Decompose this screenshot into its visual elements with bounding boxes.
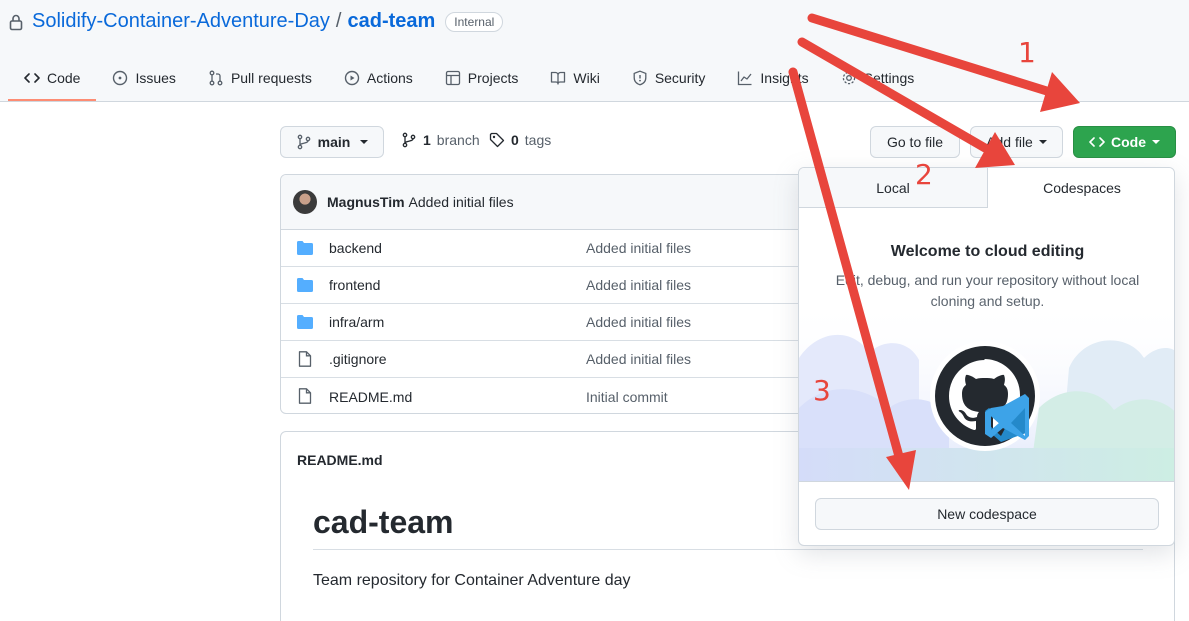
tab-label: Insights xyxy=(760,70,809,86)
folder-icon xyxy=(297,315,313,329)
branch-name: main xyxy=(317,134,351,150)
repo-name-link[interactable]: cad-team xyxy=(347,10,435,33)
play-icon xyxy=(344,70,360,86)
tab-label: Code xyxy=(47,70,81,86)
file-name-link[interactable]: infra/arm xyxy=(329,314,384,330)
folder-icon xyxy=(297,278,313,292)
tab-settings[interactable]: Settings xyxy=(825,58,931,98)
file-commit-message[interactable]: Added initial files xyxy=(586,240,691,256)
repo-owner-link[interactable]: Solidify-Container-Adventure-Day xyxy=(32,10,330,33)
file-name-link[interactable]: backend xyxy=(329,240,382,256)
annotation-step-1: 1 xyxy=(1018,36,1036,69)
go-to-file-button[interactable]: Go to file xyxy=(870,126,960,158)
tag-count-label: tags xyxy=(524,132,552,148)
file-commit-message[interactable]: Initial commit xyxy=(586,389,668,405)
file-commit-message[interactable]: Added initial files xyxy=(586,277,691,293)
code-dropdown-tabs: Local Codespaces xyxy=(799,168,1174,208)
shield-icon xyxy=(633,70,647,86)
branch-icon xyxy=(297,134,311,150)
file-commit-message[interactable]: Added initial files xyxy=(586,314,691,330)
file-name-link[interactable]: frontend xyxy=(329,277,380,293)
chevron-down-icon xyxy=(1038,140,1047,144)
repo-path-separator: / xyxy=(335,10,342,32)
repo-title: Solidify-Container-Adventure-Day / cad-t… xyxy=(8,10,504,33)
commit-author[interactable]: MagnusTim xyxy=(327,194,405,210)
tag-count: 0 xyxy=(511,132,519,148)
annotation-step-2: 2 xyxy=(915,158,933,191)
tab-label: Security xyxy=(654,70,706,86)
tab-label: Settings xyxy=(863,70,915,86)
tab-actions[interactable]: Actions xyxy=(328,58,429,98)
tab-label: Wiki xyxy=(573,70,600,86)
tab-projects[interactable]: Projects xyxy=(429,58,535,98)
file-name-link[interactable]: README.md xyxy=(329,389,412,405)
folder-icon xyxy=(297,241,313,255)
tag-count-link[interactable]: 0 tags xyxy=(489,132,551,148)
add-file-button[interactable]: Add file xyxy=(970,126,1063,158)
tab-label: Projects xyxy=(467,70,519,86)
pull-request-icon xyxy=(209,70,223,86)
tab-label: Issues xyxy=(135,70,176,86)
branch-count-link[interactable]: 1 branch xyxy=(401,132,480,148)
branch-select-button[interactable]: main xyxy=(280,126,384,158)
file-name-link[interactable]: .gitignore xyxy=(329,351,387,367)
dropdown-divider xyxy=(799,481,1174,482)
tab-label: Pull requests xyxy=(230,70,312,86)
add-file-label: Add file xyxy=(986,134,1033,150)
branch-count-label: branch xyxy=(436,132,480,148)
tab-security[interactable]: Security xyxy=(616,58,722,98)
avatar[interactable] xyxy=(293,190,317,214)
tab-codespaces[interactable]: Codespaces xyxy=(988,168,1174,208)
tab-issues[interactable]: Issues xyxy=(96,58,191,98)
chevron-down-icon xyxy=(1152,140,1160,144)
file-commit-message[interactable]: Added initial files xyxy=(586,351,691,367)
file-icon xyxy=(298,388,312,404)
tab-code[interactable]: Code xyxy=(8,58,97,101)
code-icon xyxy=(1089,137,1105,147)
welcome-title: Welcome to cloud editing xyxy=(890,243,1085,260)
codespaces-logo-icon xyxy=(930,341,1040,451)
graph-icon xyxy=(738,71,752,86)
tag-icon xyxy=(489,132,505,148)
issue-icon xyxy=(113,70,128,86)
tab-label: Actions xyxy=(366,70,413,86)
tab-local[interactable]: Local xyxy=(799,168,988,208)
tab-insights[interactable]: Insights xyxy=(721,58,824,98)
code-button[interactable]: Code xyxy=(1073,126,1176,158)
tab-pull-requests[interactable]: Pull requests xyxy=(192,58,328,98)
go-to-file-label: Go to file xyxy=(886,134,944,150)
book-icon xyxy=(551,71,566,85)
lock-icon xyxy=(8,13,24,31)
tab-wiki[interactable]: Wiki xyxy=(534,58,615,98)
branch-count: 1 xyxy=(423,132,431,148)
visibility-badge: Internal xyxy=(445,11,504,32)
code-icon xyxy=(24,73,40,83)
code-button-label: Code xyxy=(1111,134,1146,150)
repo-nav-tabs: Code Issues Pull requests Actions Projec… xyxy=(8,58,930,102)
commit-message[interactable]: Added initial files xyxy=(409,194,514,210)
table-icon xyxy=(445,70,460,86)
gear-icon xyxy=(842,71,855,85)
new-codespace-button[interactable]: New codespace xyxy=(815,498,1159,530)
readme-filename[interactable]: README.md xyxy=(297,452,383,468)
file-icon xyxy=(298,351,312,367)
annotation-step-3: 3 xyxy=(813,374,831,407)
readme-body: Team repository for Container Adventure … xyxy=(313,572,631,589)
repo-header: Solidify-Container-Adventure-Day / cad-t… xyxy=(0,0,1189,102)
branch-icon xyxy=(402,132,416,148)
chevron-down-icon xyxy=(360,140,369,144)
code-dropdown: Local Codespaces Welcome to cloud editin… xyxy=(798,167,1175,546)
